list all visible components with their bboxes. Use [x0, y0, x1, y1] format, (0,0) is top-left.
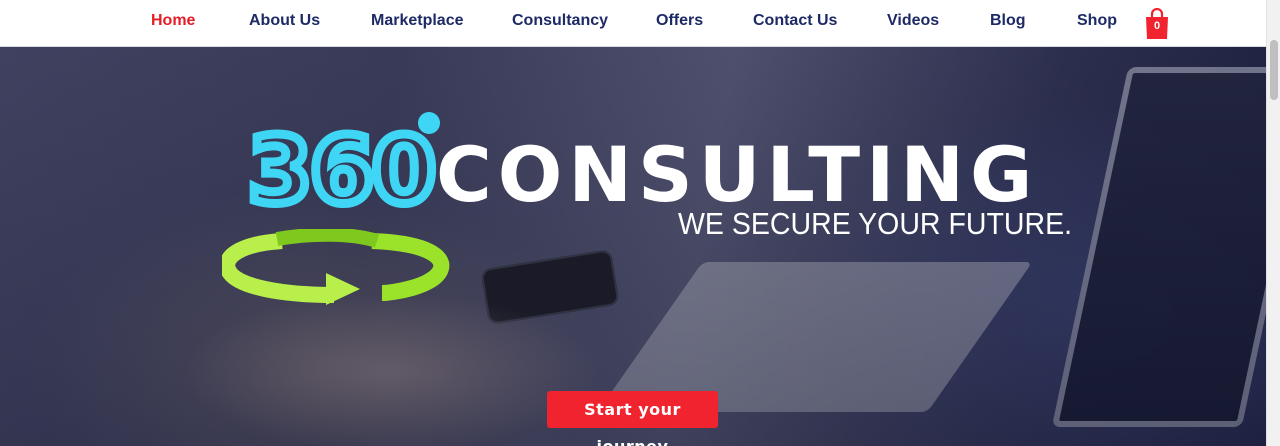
brand-tagline: WE SECURE YOUR FUTURE. — [678, 206, 1073, 241]
nav-offers[interactable]: Offers — [656, 12, 703, 30]
start-journey-button[interactable]: Start your journey — [547, 391, 718, 446]
cart-count-badge: 0 — [1153, 20, 1161, 32]
nav-about-us[interactable]: About Us — [249, 12, 320, 30]
nav-home[interactable]: Home — [151, 12, 195, 30]
page-scrollbar[interactable] — [1266, 0, 1280, 446]
nav-blog[interactable]: Blog — [990, 12, 1026, 30]
nav-contact-us[interactable]: Contact Us — [753, 12, 837, 30]
main-nav: Home About Us Marketplace Consultancy Of… — [0, 0, 1266, 47]
nav-marketplace[interactable]: Marketplace — [371, 12, 464, 30]
hero-banner: 360 CONSULTING WE SECURE YOUR FUTURE. St… — [0, 47, 1266, 446]
nav-consultancy[interactable]: Consultancy — [512, 12, 608, 30]
cart-button[interactable]: 0 — [1144, 7, 1170, 40]
rotation-arrow-icon — [222, 229, 450, 305]
hero-overlay — [0, 47, 1266, 446]
brand-number: 360 — [243, 117, 440, 224]
scrollbar-thumb[interactable] — [1270, 40, 1278, 100]
nav-shop[interactable]: Shop — [1077, 12, 1117, 30]
brand-word: CONSULTING — [436, 130, 1039, 219]
nav-videos[interactable]: Videos — [887, 12, 939, 30]
